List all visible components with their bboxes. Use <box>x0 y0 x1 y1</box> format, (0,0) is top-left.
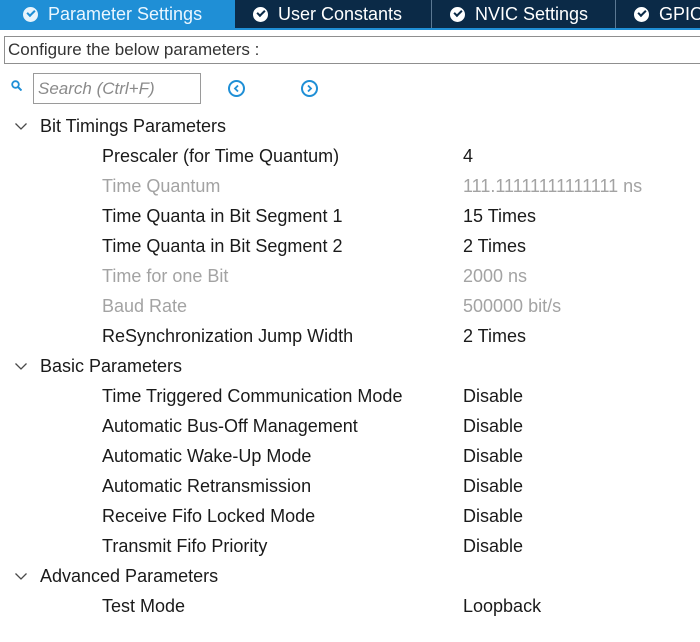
param-name: Automatic Wake-Up Mode <box>102 446 312 466</box>
param-value[interactable]: 2 Times <box>463 234 526 258</box>
param-row-baud-rate: Baud Rate 500000 bit/s <box>0 294 700 318</box>
param-row-resync-jump-width[interactable]: ReSynchronization Jump Width 2 Times <box>0 324 700 348</box>
previous-result-button[interactable] <box>228 80 245 97</box>
param-name: Baud Rate <box>102 296 188 316</box>
group-title: Basic Parameters <box>40 356 183 376</box>
param-name: Time Quanta in Bit Segment 1 <box>102 206 343 226</box>
tab-nvic-settings[interactable]: NVIC Settings <box>433 0 616 28</box>
param-name: Time for one Bit <box>102 266 229 286</box>
group-title: Bit Timings Parameters <box>40 116 227 136</box>
search-icon[interactable] <box>11 80 22 91</box>
param-row-bit-segment-1[interactable]: Time Quanta in Bit Segment 1 15 Times <box>0 204 700 228</box>
check-circle-icon <box>634 6 649 22</box>
param-value[interactable]: Disable <box>463 384 523 408</box>
chevron-right-icon <box>307 84 313 93</box>
param-row-retransmission[interactable]: Automatic Retransmission Disable <box>0 474 700 498</box>
search-input[interactable]: Search (Ctrl+F) <box>33 73 201 104</box>
param-value: 500000 bit/s <box>463 296 562 316</box>
param-row-wake-up-mode[interactable]: Automatic Wake-Up Mode Disable <box>0 444 700 468</box>
param-name: Time Triggered Communication Mode <box>102 386 403 406</box>
param-row-bus-off-management[interactable]: Automatic Bus-Off Management Disable <box>0 414 700 438</box>
param-value[interactable]: 15 Times <box>463 204 536 228</box>
param-row-test-mode[interactable]: Test Mode Loopback <box>0 594 700 618</box>
param-name: Test Mode <box>102 596 186 616</box>
param-value[interactable]: Disable <box>463 474 523 498</box>
group-advanced-parameters[interactable]: Advanced Parameters <box>0 564 218 588</box>
param-value[interactable]: Disable <box>463 444 523 468</box>
tab-gpio-settings[interactable]: GPIO Settings <box>617 0 700 28</box>
param-value: 111.11111111111111 ns <box>463 176 643 196</box>
param-value[interactable]: Disable <box>463 534 523 558</box>
param-value: 2000 ns <box>463 266 528 286</box>
chevron-down-icon <box>15 363 27 370</box>
param-name: Receive Fifo Locked Mode <box>102 506 316 526</box>
chevron-down-icon <box>15 123 27 130</box>
param-name: Transmit Fifo Priority <box>102 536 268 556</box>
check-circle-icon <box>450 6 465 22</box>
chevron-down-icon <box>15 573 27 580</box>
group-bit-timings[interactable]: Bit Timings Parameters <box>0 114 226 138</box>
param-row-time-quantum: Time Quantum 111.11111111111111 ns <box>0 174 700 198</box>
param-row-transmit-fifo-priority[interactable]: Transmit Fifo Priority Disable <box>0 534 700 558</box>
description-bar: Configure the below parameters : <box>4 36 700 64</box>
tab-label: GPIO Settings <box>659 3 700 24</box>
param-value[interactable]: Disable <box>463 504 523 528</box>
group-basic-parameters[interactable]: Basic Parameters <box>0 354 182 378</box>
param-value[interactable]: Loopback <box>463 594 541 618</box>
tab-parameter-settings[interactable]: Parameter Settings <box>0 0 235 28</box>
tab-label: NVIC Settings <box>475 3 589 24</box>
param-name: Automatic Bus-Off Management <box>102 416 358 436</box>
group-title: Advanced Parameters <box>40 566 219 586</box>
tab-label: User Constants <box>278 3 403 24</box>
param-row-time-for-one-bit: Time for one Bit 2000 ns <box>0 264 700 288</box>
next-result-button[interactable] <box>301 80 318 97</box>
tab-underline <box>0 28 700 30</box>
param-row-receive-fifo-locked[interactable]: Receive Fifo Locked Mode Disable <box>0 504 700 528</box>
param-row-bit-segment-2[interactable]: Time Quanta in Bit Segment 2 2 Times <box>0 234 700 258</box>
param-row-prescaler[interactable]: Prescaler (for Time Quantum) 4 <box>0 144 700 168</box>
tab-user-constants[interactable]: User Constants <box>236 0 432 28</box>
param-name: Automatic Retransmission <box>102 476 312 496</box>
param-value[interactable]: 4 <box>463 144 473 168</box>
tab-label: Parameter Settings <box>48 3 203 24</box>
param-row-time-triggered-mode[interactable]: Time Triggered Communication Mode Disabl… <box>0 384 700 408</box>
param-name: Time Quantum <box>102 176 221 196</box>
param-value[interactable]: Disable <box>463 414 523 438</box>
param-name: ReSynchronization Jump Width <box>102 326 354 346</box>
check-circle-icon <box>253 6 268 22</box>
param-name: Time Quanta in Bit Segment 2 <box>102 236 343 256</box>
param-value[interactable]: 2 Times <box>463 324 526 348</box>
chevron-left-icon <box>233 84 239 93</box>
tab-bar: Parameter Settings User Constants NVIC S… <box>0 0 700 30</box>
check-circle-icon <box>23 6 38 22</box>
param-name: Prescaler (for Time Quantum) <box>102 146 340 166</box>
